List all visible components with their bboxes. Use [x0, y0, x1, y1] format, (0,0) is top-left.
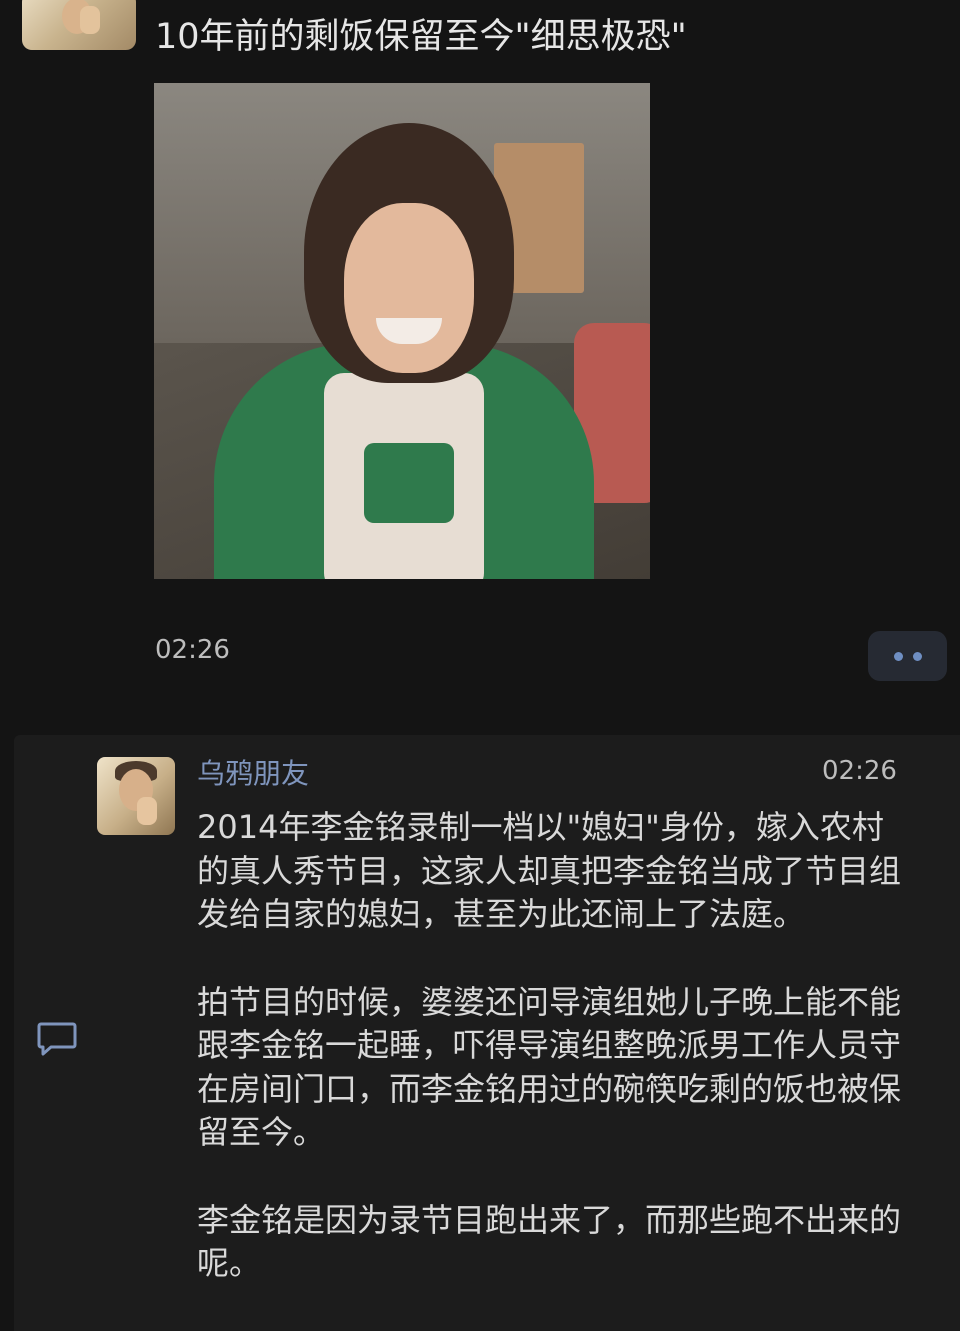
- author-avatar[interactable]: [22, 0, 136, 50]
- post-time: 02:26: [155, 635, 230, 665]
- comment-bubble-icon[interactable]: [37, 1021, 77, 1057]
- comment-paragraph: 拍节目的时候，婆婆还问导演组她儿子晚上能不能跟李金铭一起睡，吓得导演组整晚派男工…: [197, 982, 902, 1152]
- more-dots-icon: [913, 652, 922, 661]
- comment-paragraph: 李金铭是因为录节目跑出来了，而那些跑不出来的呢。: [197, 1200, 902, 1283]
- avatar-hand: [137, 797, 157, 825]
- post-header: 10年前的剩饭保留至今"细思极恐": [0, 0, 960, 60]
- post-photo[interactable]: [154, 83, 650, 579]
- commenter-avatar[interactable]: [97, 757, 175, 835]
- photo-apron-top: [364, 443, 454, 523]
- comment-author[interactable]: 乌鸦朋友: [197, 752, 309, 792]
- more-dots-icon: [894, 652, 903, 661]
- comment-time: 02:26: [822, 756, 897, 786]
- comment-paragraph: 2014年李金铭录制一档以"媳妇"身份，嫁入农村的真人秀节目，这家人却真把李金铭…: [197, 808, 902, 933]
- avatar-hand: [80, 6, 100, 34]
- comment-body: 2014年李金铭录制一档以"媳妇"身份，嫁入农村的真人秀节目，这家人却真把李金铭…: [197, 806, 913, 1330]
- more-button[interactable]: [868, 631, 947, 681]
- post-title: 10年前的剩饭保留至今"细思极恐": [155, 17, 687, 57]
- photo-face: [344, 203, 474, 373]
